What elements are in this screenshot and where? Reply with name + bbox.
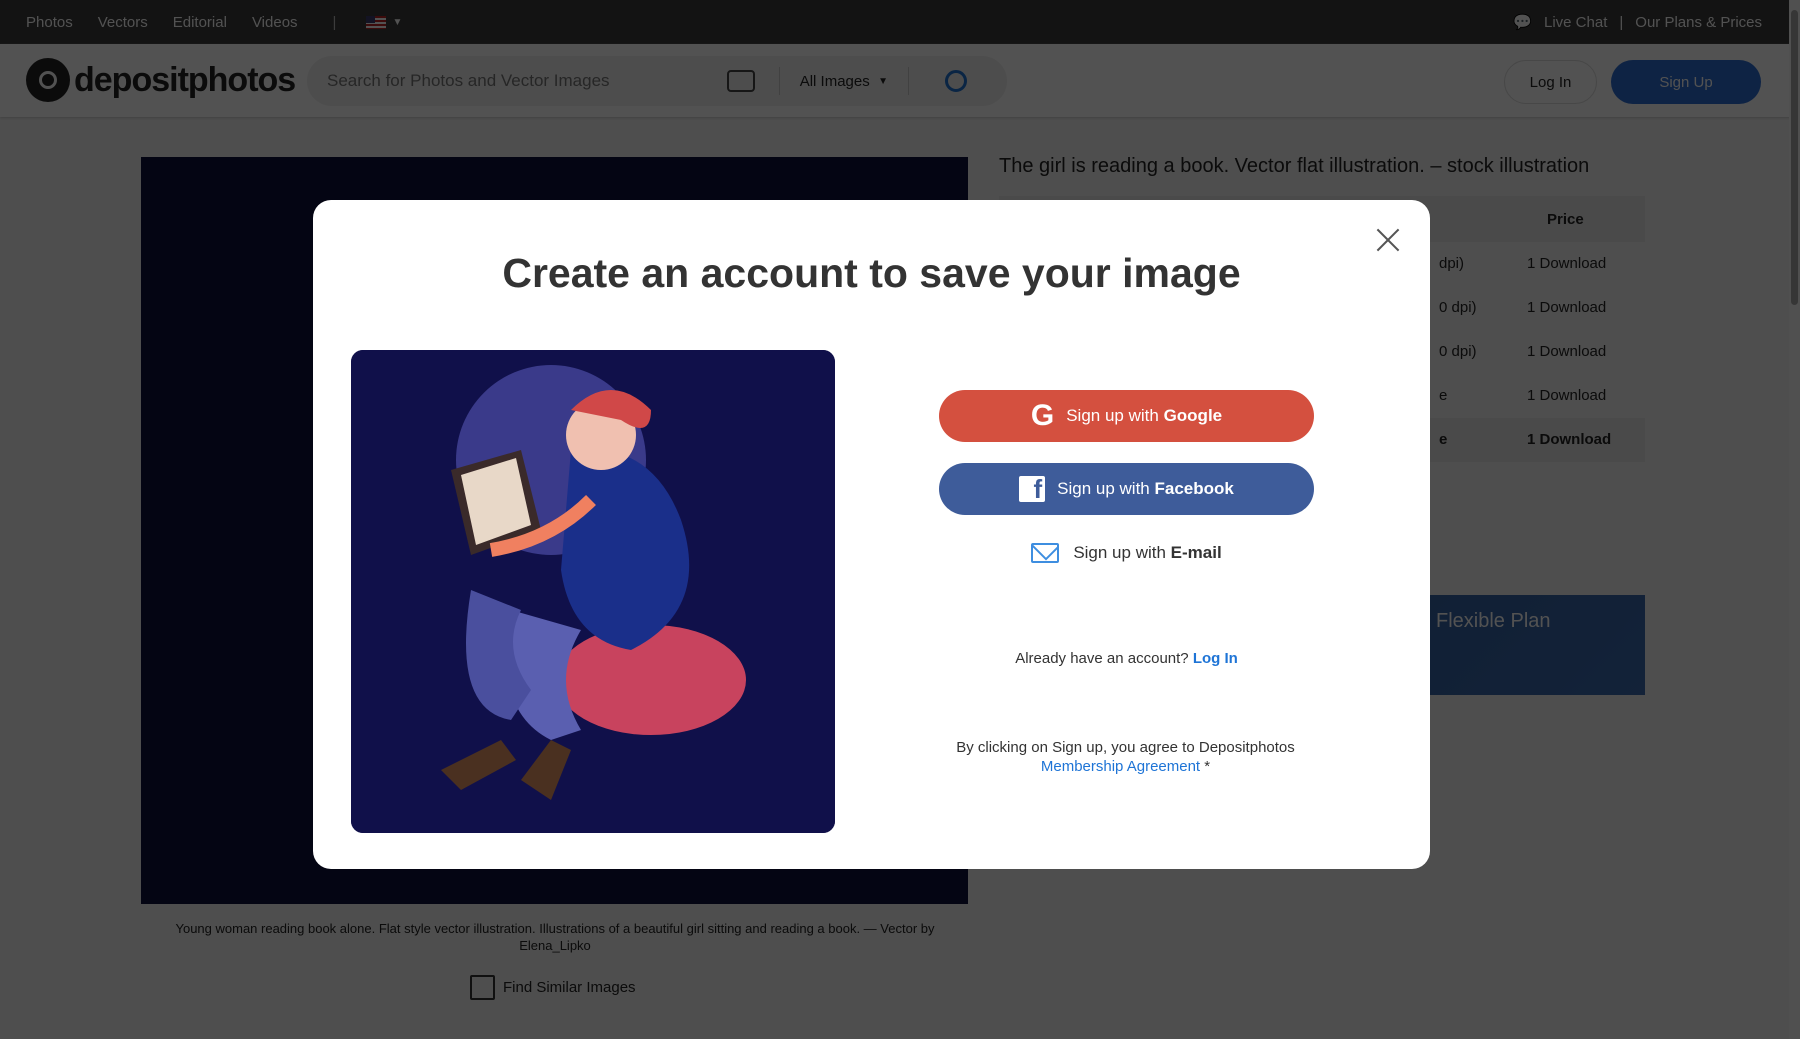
agree-text: By clicking on Sign up, you agree to Dep… <box>956 739 1295 756</box>
live-chat-link[interactable]: Live Chat <box>1544 14 1607 31</box>
size-cell: e <box>1439 387 1448 404</box>
email-signup-button[interactable]: Sign up with E-mail <box>939 543 1314 563</box>
facebook-signup-button[interactable]: f Sign up with Facebook <box>939 463 1314 515</box>
category-label: All Images <box>799 72 870 90</box>
signup-modal: Create an account to save your image G Si… <box>313 200 1430 869</box>
close-icon[interactable] <box>1376 228 1400 252</box>
image-caption: Young woman reading book alone. Flat sty… <box>175 921 935 953</box>
email-label: Sign up with E-mail <box>1073 543 1222 562</box>
image-title: The girl is reading a book. Vector flat … <box>999 155 1590 177</box>
facebook-label: Sign up with Facebook <box>1057 479 1234 498</box>
divider: | <box>1619 13 1624 31</box>
chevron-down-icon[interactable]: ▼ <box>392 17 402 28</box>
membership-agreement-link[interactable]: Membership Agreement <box>1041 758 1200 775</box>
google-signup-button[interactable]: G Sign up with Google <box>939 390 1314 442</box>
asterisk: * <box>1200 758 1211 775</box>
facebook-icon: f <box>1019 476 1046 502</box>
camera-logo-icon <box>26 58 70 102</box>
size-cell: 0 dpi) <box>1439 299 1477 316</box>
nav-vectors[interactable]: Vectors <box>98 14 148 31</box>
signup-button[interactable]: Sign Up <box>1611 60 1761 104</box>
size-cell: dpi) <box>1439 255 1465 272</box>
google-label: Sign up with Google <box>1066 406 1223 425</box>
login-link[interactable]: Log In <box>1193 650 1238 667</box>
us-flag-icon[interactable] <box>366 15 387 29</box>
price-cell: 1 Download <box>1527 299 1607 316</box>
image-icon <box>470 975 495 1000</box>
camera-search-icon[interactable] <box>726 70 755 92</box>
envelope-icon <box>1031 543 1060 563</box>
logo-text: depositphotos <box>74 60 296 99</box>
agreement-text: By clicking on Sign up, you agree to Dep… <box>913 738 1338 776</box>
modal-title: Create an account to save your image <box>502 250 1241 296</box>
scrollbar-thumb[interactable] <box>1791 10 1798 305</box>
already-have-account: Already have an account? Log In <box>939 650 1314 667</box>
price-cell: 1 Download <box>1527 255 1607 272</box>
nav-editorial[interactable]: Editorial <box>173 14 227 31</box>
top-bar: Photos Vectors Editorial Videos | ▼ 💬 Live … <box>0 0 1800 44</box>
already-text: Already have an account? <box>1015 650 1189 667</box>
search-bar: Search for Photos and Vector Images All … <box>307 56 1007 106</box>
login-button[interactable]: Log In <box>1504 60 1597 104</box>
logo[interactable]: depositphotos <box>26 58 296 102</box>
header: depositphotos Search for Photos and Vect… <box>0 44 1800 117</box>
search-icon[interactable] <box>945 70 967 92</box>
scrollbar[interactable] <box>1789 0 1800 1039</box>
size-cell: 0 dpi) <box>1439 343 1477 360</box>
find-similar-button[interactable]: Find Similar Images <box>470 975 636 1000</box>
modal-illustration <box>351 350 835 833</box>
girl-reading-illustration <box>351 350 835 833</box>
size-cell: e <box>1439 431 1448 448</box>
price-cell: 1 Download <box>1527 343 1607 360</box>
plans-link[interactable]: Our Plans & Prices <box>1635 14 1762 31</box>
chat-icon: 💬 <box>1513 14 1532 31</box>
price-cell: 1 Download <box>1527 387 1607 404</box>
search-input[interactable]: Search for Photos and Vector Images <box>327 71 727 91</box>
category-select[interactable]: All Images ▼ <box>778 67 909 95</box>
find-similar-label: Find Similar Images <box>503 979 636 996</box>
nav-videos[interactable]: Videos <box>252 14 298 31</box>
divider: | <box>332 13 337 31</box>
google-icon: G <box>1030 399 1055 432</box>
nav-photos[interactable]: Photos <box>26 14 73 31</box>
price-header: Price <box>1547 211 1584 228</box>
top-nav: Photos Vectors Editorial Videos <box>26 14 323 31</box>
chevron-down-icon: ▼ <box>878 75 888 87</box>
price-cell: 1 Download <box>1527 431 1612 448</box>
